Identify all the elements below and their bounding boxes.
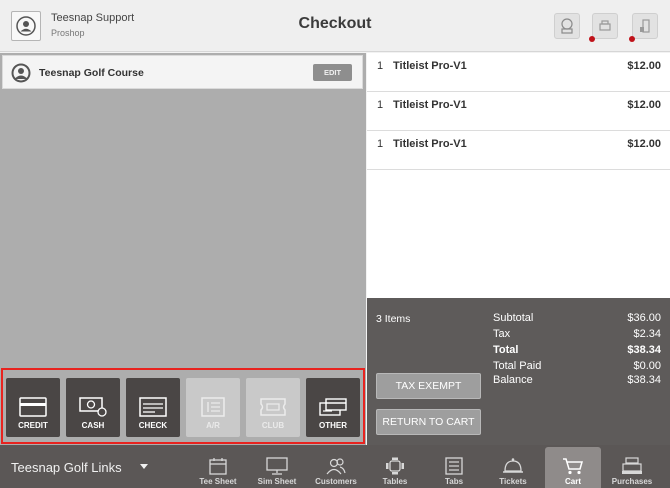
printer-icon <box>599 20 611 31</box>
tax-label: Tax <box>493 328 511 340</box>
ar-payment-button[interactable]: A/R <box>186 378 240 437</box>
item-price: $12.00 <box>627 99 661 111</box>
nav-customers[interactable]: Customers <box>308 447 364 488</box>
tax-value: $2.34 <box>633 328 661 340</box>
tabs-icon <box>445 457 463 475</box>
printer-alert-dot <box>589 36 595 42</box>
item-qty: 1 <box>377 138 384 150</box>
other-label: OTHER <box>319 421 347 430</box>
item-count: 3 Items <box>376 313 411 325</box>
credit-payment-button[interactable]: CREDIT <box>6 378 60 437</box>
user-icon <box>16 16 36 36</box>
monitor-icon <box>266 457 288 475</box>
nav-sim-sheet[interactable]: Sim Sheet <box>249 447 305 488</box>
customer-row[interactable]: Teesnap Golf Course EDIT <box>2 55 363 89</box>
cart-line-item[interactable]: 1 Titleist Pro-V1 $12.00 <box>367 53 670 92</box>
nav-label: Tables <box>382 477 408 486</box>
nav-purchases[interactable]: Purchases <box>604 447 660 488</box>
total-label: Total <box>493 344 519 356</box>
location-selector[interactable]: Teesnap Golf Links <box>11 460 122 475</box>
tax-exempt-button[interactable]: TAX EXEMPT <box>376 373 481 399</box>
club-label: CLUB <box>261 421 285 430</box>
customer-name: Teesnap Golf Course <box>39 67 144 79</box>
customer-panel: Teesnap Golf Course EDIT CREDIT CASH CHE… <box>0 53 366 445</box>
item-qty: 1 <box>377 60 384 72</box>
user-avatar-button[interactable] <box>11 11 41 41</box>
header-bar: Teesnap Support Proshop Checkout <box>0 0 670 52</box>
balance-label: Balance <box>493 374 533 386</box>
nav-label: Sim Sheet <box>257 477 297 486</box>
receipt-printer-button[interactable] <box>554 13 580 39</box>
cart-icon <box>563 458 583 475</box>
cash-drawer-alert-dot <box>629 36 635 42</box>
check-payment-button[interactable]: CHECK <box>126 378 180 437</box>
ar-label: A/R <box>206 421 220 430</box>
customer-avatar-icon <box>11 63 31 83</box>
item-name: Titleist Pro-V1 <box>393 60 467 72</box>
total-paid-value: $0.00 <box>633 360 661 372</box>
nav-label: Purchases <box>611 477 653 486</box>
edit-customer-button[interactable]: EDIT <box>313 64 352 81</box>
balance-value: $38.34 <box>627 374 661 386</box>
nav-label: Tabs <box>444 477 464 486</box>
subtotal-value: $36.00 <box>627 312 661 324</box>
nav-tabs[interactable]: Tabs <box>426 447 482 488</box>
cash-drawer-icon <box>640 19 650 33</box>
check-icon <box>139 397 167 417</box>
item-price: $12.00 <box>627 60 661 72</box>
total-paid-label: Total Paid <box>493 360 542 372</box>
cash-icon <box>79 397 107 417</box>
check-label: CHECK <box>138 421 168 430</box>
item-name: Titleist Pro-V1 <box>393 138 467 150</box>
credit-label: CREDIT <box>18 421 48 430</box>
item-qty: 1 <box>377 99 384 111</box>
item-name: Titleist Pro-V1 <box>393 99 467 111</box>
other-payment-icon <box>319 398 347 416</box>
nav-tee-sheet[interactable]: Tee Sheet <box>190 447 246 488</box>
other-payment-button[interactable]: OTHER <box>306 378 360 437</box>
register-icon <box>622 457 642 474</box>
user-name: Teesnap Support <box>51 12 135 24</box>
calendar-icon <box>209 458 227 475</box>
cash-drawer-button[interactable] <box>629 13 658 42</box>
payment-methods: CREDIT CASH CHECK A/R CLUB OTHER <box>1 368 365 444</box>
subtotal-label: Subtotal <box>493 312 534 324</box>
credit-card-icon <box>19 397 47 417</box>
nav-cart[interactable]: Cart <box>545 447 601 488</box>
cash-payment-button[interactable]: CASH <box>66 378 120 437</box>
item-price: $12.00 <box>627 138 661 150</box>
tables-icon <box>386 457 404 475</box>
nav-label: Tee Sheet <box>199 477 237 486</box>
bell-icon <box>503 458 523 473</box>
nav-label: Cart <box>564 477 581 486</box>
nav-tables[interactable]: Tables <box>367 447 423 488</box>
club-icon <box>260 398 286 416</box>
cash-label: CASH <box>81 421 105 430</box>
user-role: Proshop <box>51 28 85 38</box>
customers-icon <box>326 458 346 475</box>
return-to-cart-button[interactable]: RETURN TO CART <box>376 409 481 435</box>
bottom-nav: Teesnap Golf Links Tee Sheet Sim Sheet C… <box>0 445 670 488</box>
nav-tickets[interactable]: Tickets <box>485 447 541 488</box>
ar-icon <box>201 397 225 417</box>
club-payment-button[interactable]: CLUB <box>246 378 300 437</box>
checkout-screen: Teesnap Support Proshop Checkout Teesnap… <box>0 0 670 488</box>
cart-list: 1 Titleist Pro-V1 $12.00 1 Titleist Pro-… <box>367 53 670 298</box>
cart-line-item[interactable]: 1 Titleist Pro-V1 $12.00 <box>367 92 670 131</box>
cart-line-item[interactable]: 1 Titleist Pro-V1 $12.00 <box>367 131 670 170</box>
total-value: $38.34 <box>627 344 661 356</box>
nav-label: Customers <box>315 477 357 486</box>
nav-label: Tickets <box>499 477 527 486</box>
order-summary: 3 Items Subtotal $36.00 Tax $2.34 Total … <box>367 298 670 445</box>
printer-button[interactable] <box>589 13 618 42</box>
chevron-down-icon[interactable] <box>140 464 148 469</box>
receipt-printer-icon <box>561 18 573 34</box>
